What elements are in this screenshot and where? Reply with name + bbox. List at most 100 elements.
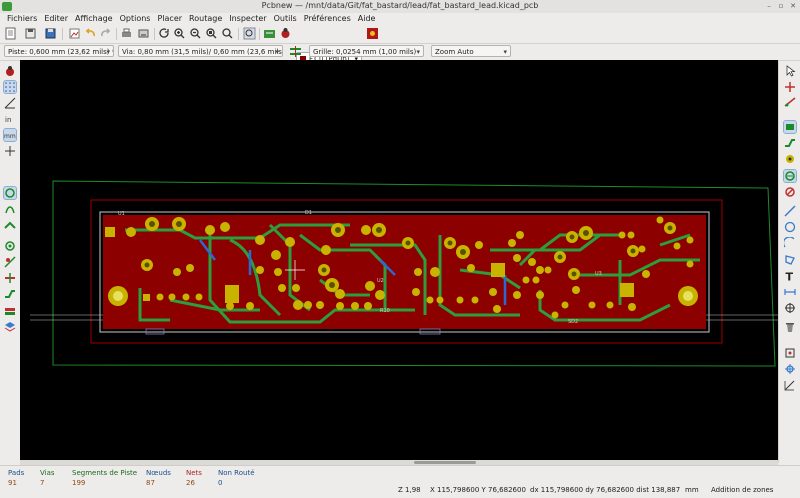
settings-toolbar: Piste: 0,600 mm (23,62 mils) * ▾ Via: 0,8… [0,43,800,61]
silk-label: U2 [377,278,384,284]
add-via-icon[interactable] [784,153,796,165]
drc-icon[interactable] [279,27,292,40]
add-polygon-icon[interactable] [784,254,796,266]
cursor-position: X 115,798600 Y 76,682600 [430,486,526,494]
svg-text:in: in [5,116,11,124]
silk-label: R10 [380,308,390,314]
silk-label: D1 [305,210,312,216]
close-icon[interactable]: ✕ [788,2,798,11]
zoom-fit-icon[interactable] [205,27,218,40]
add-keepout-icon[interactable] [784,186,796,198]
grid-origin-icon[interactable] [784,363,796,375]
show-ratsnest-icon[interactable] [3,186,17,200]
menu-affichage[interactable]: Affichage [75,13,113,25]
left-options-toolbar: in mm [0,60,21,463]
set-origin-icon[interactable] [784,347,796,359]
pcb-drawing: U1 D1 U2 U3 R10 SD2 [30,180,778,367]
track-width-select[interactable]: Piste: 0,600 mm (23,62 mils) * ▾ [4,45,114,57]
menu-outils[interactable]: Outils [274,13,297,25]
silk-label: U1 [118,211,125,217]
undo-icon[interactable] [84,27,97,40]
cursor-shape-icon[interactable] [4,145,16,157]
menu-aide[interactable]: Aide [358,13,376,25]
menu-routage[interactable]: Routage [189,13,222,25]
current-mode: Addition de zones [711,486,774,494]
route-track-icon[interactable] [784,137,796,149]
netlist-icon[interactable] [263,27,276,40]
add-zone-icon[interactable] [783,169,797,183]
save-board-icon[interactable] [44,27,57,40]
menu-options[interactable]: Options [120,13,151,25]
local-ratsnest-icon[interactable] [784,96,796,108]
units-inch-icon[interactable]: in [4,113,16,125]
stat-segments: Segments de Piste 199 [72,469,138,487]
stat-vias: Vias 7 [40,469,55,487]
zoom-in-icon[interactable] [173,27,186,40]
menu-placer[interactable]: Placer [157,13,182,25]
plot-icon[interactable] [137,27,150,40]
unit-readout: mm [685,486,699,494]
delete-icon[interactable] [784,321,796,333]
show-zones-icon[interactable] [4,240,16,252]
relative-position: dx 115,798600 dy 76,682600 dist 138,887 [530,486,681,494]
new-board-icon[interactable] [4,27,17,40]
copper-zone [103,215,706,329]
add-line-icon[interactable] [784,205,796,217]
stat-unrouted: Non Routé 0 [218,469,255,487]
chevron-down-icon: ▾ [275,48,279,56]
right-tools-toolbar: T [778,60,800,463]
find-icon[interactable] [243,27,256,40]
add-dimension-icon[interactable] [784,286,796,298]
auto-track-width-icon[interactable] [289,45,302,58]
zoom-selection-icon[interactable] [221,27,234,40]
track-sketch-icon[interactable] [4,288,16,300]
chevron-down-icon: ▾ [416,48,420,56]
maximize-icon[interactable]: ▫ [776,2,786,11]
measure-icon[interactable] [784,380,796,392]
stat-nodes: Nœuds 87 [146,469,171,487]
menu-bar: Fichiers Editer Affichage Options Placer Rout… [0,13,800,25]
menu-inspecter[interactable]: Inspecter [229,13,266,25]
menu-preferences[interactable]: Préférences [304,13,351,25]
svg-text:T: T [786,271,794,283]
layer-pair-icon[interactable] [366,27,379,40]
add-circle-icon[interactable] [784,221,796,233]
grid-toggle-icon[interactable] [3,80,17,94]
add-target-icon[interactable] [784,302,796,314]
high-contrast-icon[interactable] [4,305,16,317]
stat-nets: Nets 26 [186,469,202,487]
layers-manager-icon[interactable] [4,321,16,333]
print-icon[interactable] [120,27,133,40]
add-footprint-icon[interactable] [783,120,797,134]
silk-label: U3 [595,271,602,277]
stat-pads: Pads 91 [8,469,25,487]
minimize-icon[interactable]: – [764,2,774,11]
drc-toggle-icon[interactable] [4,65,16,77]
pcb-canvas[interactable]: U1 D1 U2 U3 R10 SD2 [20,60,778,460]
scrollbar-thumb[interactable] [414,461,476,464]
add-arc-icon[interactable] [784,237,796,249]
module-ratsnest-icon[interactable] [4,203,16,215]
zoom-select[interactable]: Zoom Auto ▾ [431,45,511,57]
menu-fichiers[interactable]: Fichiers [7,13,37,25]
open-board-icon[interactable] [24,27,37,40]
highlight-net-icon[interactable] [784,81,796,93]
menu-editer[interactable]: Editer [44,13,68,25]
main-toolbar: F.Cu (PgUp) ▾ [0,25,800,66]
svg-text:mm: mm [4,133,16,140]
grid-select[interactable]: Grille: 0,0254 mm (1,00 mils) ▾ [309,45,424,57]
zoom-out-icon[interactable] [189,27,202,40]
add-text-icon[interactable]: T [784,270,796,283]
via-size-select[interactable]: Via: 0,80 mm (31,5 mils)/ 0,60 mm (23,6 … [118,45,283,57]
status-bar: Pads 91 Vias 7 Segments de Piste 199 Nœuds 8… [0,465,800,498]
polar-coords-icon[interactable] [4,97,16,109]
select-arrow-icon[interactable] [784,65,796,77]
auto-delete-track-icon[interactable] [4,219,16,231]
via-sketch-icon[interactable] [4,272,16,284]
units-mm-icon[interactable]: mm [3,128,17,142]
chevron-down-icon: ▾ [503,48,507,56]
refresh-icon[interactable] [158,27,171,40]
page-settings-icon[interactable] [68,27,81,40]
redo-icon[interactable] [99,27,112,40]
pad-sketch-icon[interactable] [4,256,16,268]
